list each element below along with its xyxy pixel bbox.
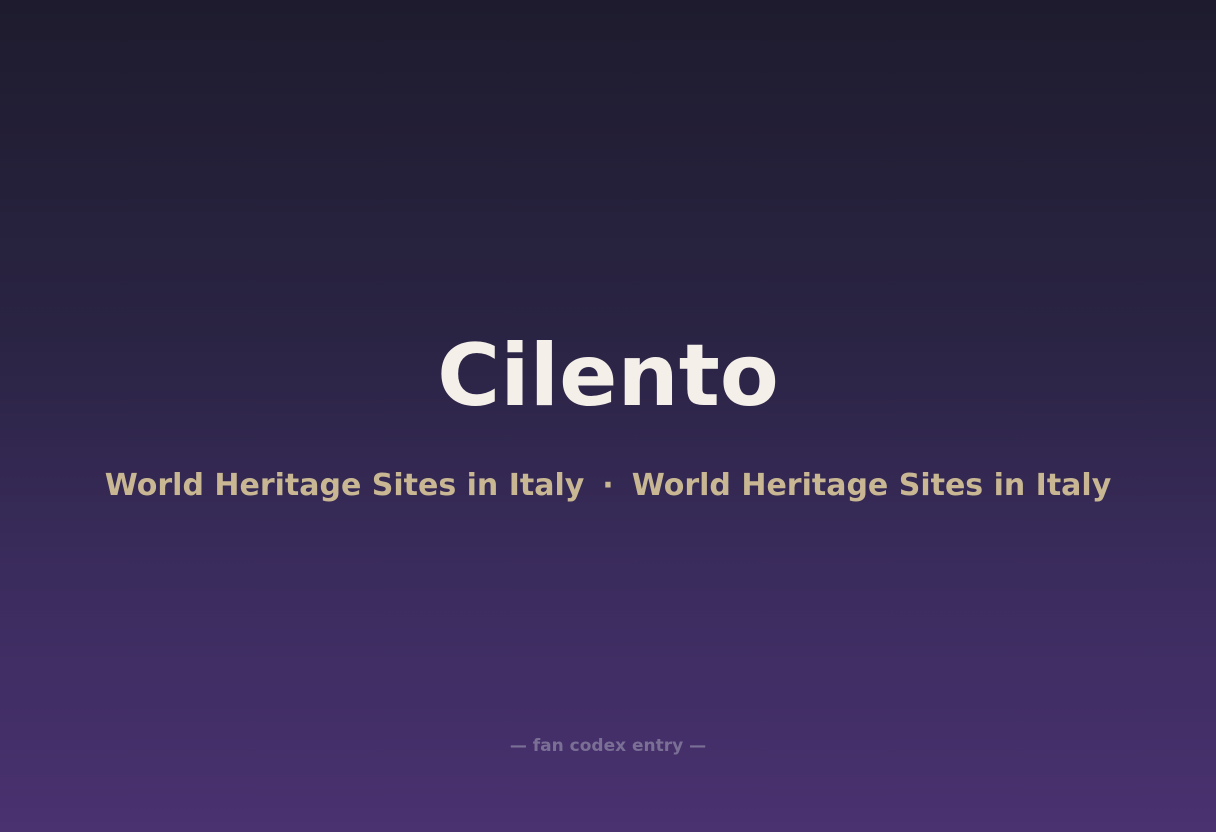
page-title: Cilento (437, 326, 779, 426)
subtitle-separator: · (602, 468, 614, 503)
subtitle-category-1: World Heritage Sites in Italy (104, 468, 585, 503)
subtitle-category-2: World Heritage Sites in Italy (631, 468, 1112, 503)
footer-caption: — fan codex entry — (509, 736, 707, 756)
title-card: Cilento World Heritage Sites in Italy · Wo… (0, 0, 1216, 832)
subtitle: World Heritage Sites in Italy · World Heri… (0, 466, 1216, 506)
